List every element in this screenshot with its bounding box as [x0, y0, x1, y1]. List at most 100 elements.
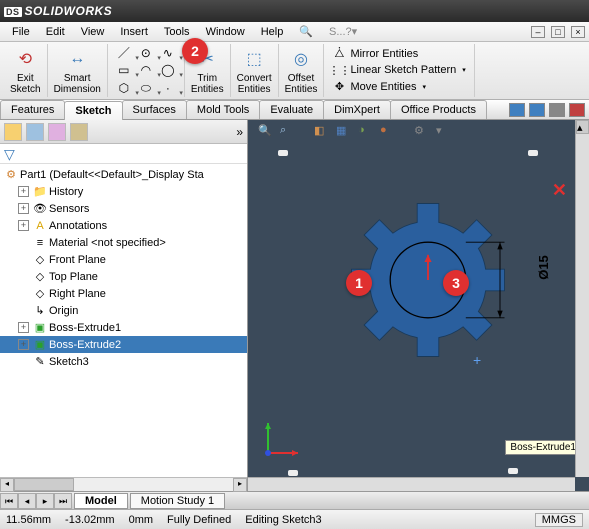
- appearance-icon[interactable]: ●: [380, 124, 396, 140]
- menu-search-icon[interactable]: 🔍: [291, 25, 321, 38]
- tree-item-origin[interactable]: ↳Origin: [0, 302, 247, 319]
- viewport-layout2-icon[interactable]: [529, 103, 545, 117]
- poly-tool-icon[interactable]: ⬡: [116, 80, 132, 96]
- tree-node-icon: ◇: [33, 270, 47, 284]
- tree-item-boss-extrude1[interactable]: +▣Boss-Extrude1: [0, 319, 247, 336]
- menu-file[interactable]: File: [4, 26, 38, 38]
- expand-icon[interactable]: +: [18, 220, 29, 231]
- btab-prev-icon[interactable]: ◂: [18, 493, 36, 509]
- tab-sketch[interactable]: Sketch: [64, 101, 122, 120]
- bolt-decor: [278, 150, 288, 156]
- view-orient-icon[interactable]: ◧: [314, 124, 330, 140]
- compare-icon[interactable]: ▾: [436, 124, 452, 140]
- menu-edit[interactable]: Edit: [38, 26, 73, 38]
- menu-help[interactable]: Help: [253, 26, 292, 38]
- config-tab-icon[interactable]: [48, 123, 66, 141]
- btab-last-icon[interactable]: ⏭: [54, 493, 72, 509]
- bottom-tab-model[interactable]: Model: [74, 493, 128, 509]
- display-style-icon[interactable]: ▦: [336, 124, 352, 140]
- tab-features[interactable]: Features: [0, 100, 65, 119]
- menu-window[interactable]: Window: [198, 26, 253, 38]
- viewport[interactable]: 🔍 ⌕ ◧ ▦ ◑ ● ⚙ ▾: [248, 120, 589, 491]
- tree-item-annotations[interactable]: +AAnnotations: [0, 217, 247, 234]
- ellipse-tool-icon[interactable]: ◯: [160, 62, 176, 78]
- exit-sketch-button[interactable]: ⟲ Exit Sketch: [4, 44, 48, 97]
- command-tabs: Features Sketch Surfaces Mold Tools Eval…: [0, 100, 589, 120]
- scroll-right-icon[interactable]: ▸: [233, 478, 247, 492]
- tree-node-label: Boss-Extrude1: [49, 322, 121, 334]
- feature-manager-panel: » ▽ ⚙ Part1 (Default<<Default>_Display S…: [0, 120, 248, 491]
- offset-button[interactable]: ◎ Offset Entities: [279, 44, 325, 97]
- feature-tree-tab-icon[interactable]: [4, 123, 22, 141]
- tab-surfaces[interactable]: Surfaces: [122, 100, 187, 119]
- circle-tool-icon[interactable]: ⊙: [138, 45, 154, 61]
- btab-next-icon[interactable]: ▸: [36, 493, 54, 509]
- tree-item-sketch3[interactable]: ✎Sketch3: [0, 353, 247, 370]
- expand-icon[interactable]: +: [18, 339, 29, 350]
- point-tool-icon[interactable]: ·: [160, 80, 176, 96]
- spline-tool-icon[interactable]: ∿: [160, 45, 176, 61]
- tab-moldtools[interactable]: Mold Tools: [186, 100, 260, 119]
- filter-icon[interactable]: ▽: [4, 146, 20, 162]
- tree-item-sensors[interactable]: +👁Sensors: [0, 200, 247, 217]
- hide-show-icon[interactable]: ◑: [358, 124, 374, 140]
- zoom-area-icon[interactable]: ⌕: [280, 124, 296, 140]
- arc-tool-icon[interactable]: ◠: [138, 62, 154, 78]
- feature-tree: ⚙ Part1 (Default<<Default>_Display Sta +…: [0, 164, 247, 477]
- btab-first-icon[interactable]: ⏮: [0, 493, 18, 509]
- tab-evaluate[interactable]: Evaluate: [259, 100, 324, 119]
- tree-item-history[interactable]: +📁History: [0, 183, 247, 200]
- view-triad[interactable]: [258, 413, 308, 463]
- property-tab-icon[interactable]: [26, 123, 44, 141]
- transform-group: ⧊Mirror Entities ⋮⋮Linear Sketch Pattern…: [324, 44, 474, 97]
- window-close[interactable]: ×: [571, 26, 585, 38]
- pattern-icon: ⋮⋮: [332, 63, 346, 77]
- viewport-close-icon[interactable]: [569, 103, 585, 117]
- zoom-fit-icon[interactable]: 🔍: [258, 124, 274, 140]
- status-bar: 11.56mm -13.02mm 0mm Fully Defined Editi…: [0, 509, 589, 529]
- scroll-up-icon[interactable]: ▴: [576, 120, 589, 134]
- bottom-tab-motion[interactable]: Motion Study 1: [130, 493, 225, 509]
- mirror-button[interactable]: ⧊Mirror Entities: [332, 47, 418, 61]
- scroll-thumb[interactable]: [14, 478, 74, 491]
- sidebar-hscroll[interactable]: ◂ ▸: [0, 477, 247, 491]
- viewport-hscroll[interactable]: [248, 477, 575, 491]
- tree-item-right-plane[interactable]: ◇Right Plane: [0, 285, 247, 302]
- dimxpert-tab-icon[interactable]: [70, 123, 88, 141]
- rect-tool-icon[interactable]: ▭: [116, 62, 132, 78]
- scroll-left-icon[interactable]: ◂: [0, 478, 14, 492]
- window-maximize[interactable]: □: [551, 26, 565, 38]
- tree-item-material-not-specified-[interactable]: ≡Material <not specified>: [0, 234, 247, 251]
- menu-insert[interactable]: Insert: [112, 26, 156, 38]
- tree-item-front-plane[interactable]: ◇Front Plane: [0, 251, 247, 268]
- menu-view[interactable]: View: [73, 26, 113, 38]
- viewport-max-icon[interactable]: [549, 103, 565, 117]
- tree-item-top-plane[interactable]: ◇Top Plane: [0, 268, 247, 285]
- menu-bar: File Edit View Insert Tools Window Help …: [0, 22, 589, 42]
- viewport-layout-icon[interactable]: [509, 103, 525, 117]
- dimension-label[interactable]: Ø15: [536, 255, 551, 280]
- convert-button[interactable]: ⬚ Convert Entities: [231, 44, 279, 97]
- pattern-button[interactable]: ⋮⋮Linear Sketch Pattern▾: [332, 63, 465, 77]
- tree-node-icon: ◇: [33, 287, 47, 301]
- smart-dimension-button[interactable]: ↔ Smart Dimension: [48, 44, 108, 97]
- menu-tools[interactable]: Tools: [156, 26, 198, 38]
- slot-tool-icon[interactable]: ⬭: [138, 80, 154, 96]
- status-units[interactable]: MMGS: [535, 513, 583, 527]
- window-minimize[interactable]: –: [531, 26, 545, 38]
- tab-office[interactable]: Office Products: [390, 100, 487, 119]
- viewport-vscroll[interactable]: ▴: [575, 120, 589, 477]
- tree-item-boss-extrude2[interactable]: +▣Boss-Extrude2: [0, 336, 247, 353]
- tab-dimxpert[interactable]: DimXpert: [323, 100, 391, 119]
- menu-overflow[interactable]: S...?▾: [321, 25, 365, 38]
- move-button[interactable]: ✥Move Entities▾: [332, 80, 426, 94]
- tree-node-label: Origin: [49, 305, 78, 317]
- expand-icon[interactable]: +: [18, 186, 29, 197]
- tree-root[interactable]: ⚙ Part1 (Default<<Default>_Display Sta: [0, 166, 247, 183]
- view-settings-icon[interactable]: ⚙: [414, 124, 430, 140]
- expand-icon[interactable]: +: [18, 203, 29, 214]
- panel-expand-icon[interactable]: »: [236, 125, 243, 139]
- line-tool-icon[interactable]: ／: [116, 45, 132, 61]
- expand-icon[interactable]: +: [18, 322, 29, 333]
- convert-icon: ⬚: [242, 47, 266, 71]
